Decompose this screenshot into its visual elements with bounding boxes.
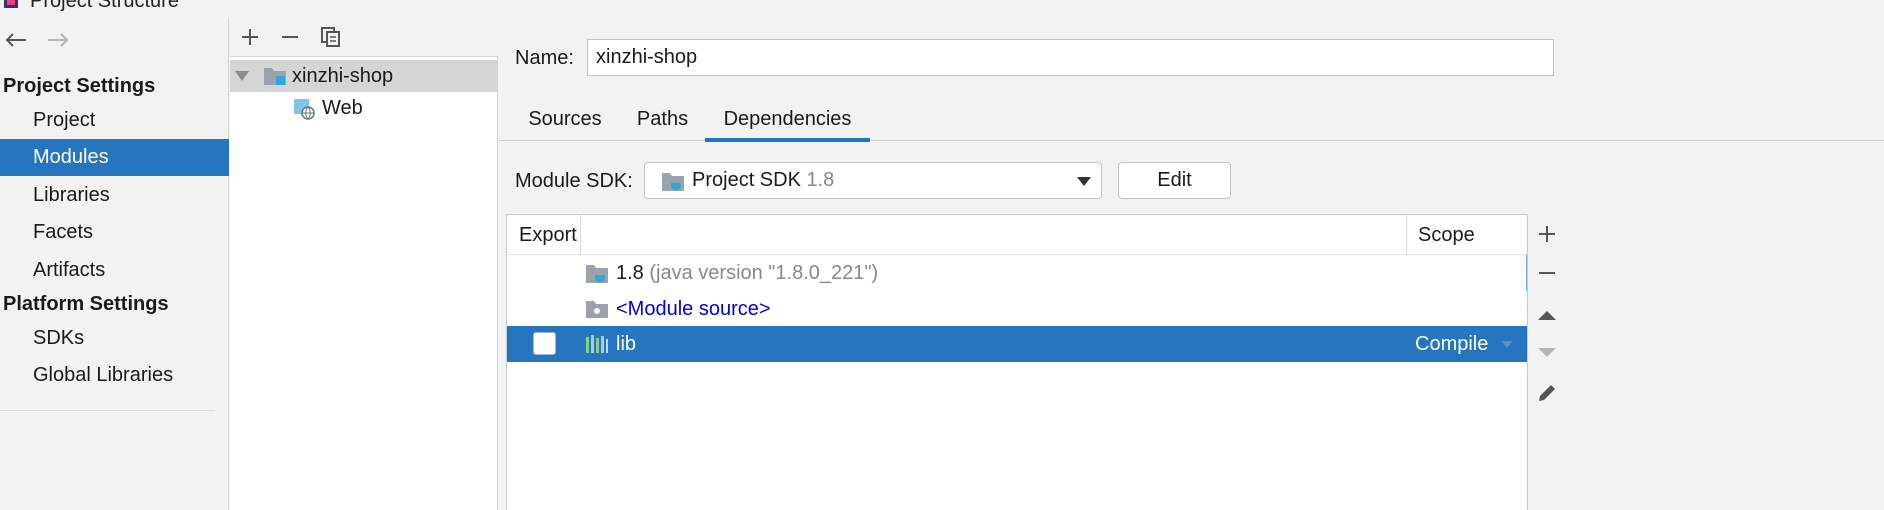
column-header-export[interactable]: Export — [519, 215, 577, 255]
scrollbar[interactable] — [1526, 255, 1527, 291]
nav-item-project[interactable]: Project — [0, 102, 229, 139]
minus-icon[interactable] — [1535, 261, 1559, 285]
table-row[interactable]: 1.8 (java version "1.8.0_221") — [507, 255, 1527, 291]
column-separator — [1406, 215, 1407, 255]
tree-node-web-label: Web — [322, 97, 363, 119]
chevron-down-icon — [1501, 341, 1513, 348]
edit-sdk-button[interactable]: Edit — [1118, 162, 1231, 199]
dependency-name: 1.8 (java version "1.8.0_221") — [616, 262, 879, 284]
tab-sources[interactable]: Sources — [515, 100, 615, 141]
move-up-icon[interactable] — [1535, 303, 1559, 327]
title-bar: Project Structure — [0, 0, 1884, 17]
library-icon — [586, 335, 608, 353]
back-arrow-icon[interactable] — [2, 27, 30, 53]
tab-dependencies[interactable]: Dependencies — [705, 100, 870, 142]
dependencies-toolbar — [1530, 214, 1564, 510]
nav-item-facets[interactable]: Facets — [0, 214, 229, 251]
chevron-down-icon — [1077, 177, 1091, 186]
table-header: Export Scope — [507, 215, 1527, 255]
sdk-selected-value: Project SDK 1.8 — [692, 169, 835, 191]
table-row[interactable]: lib Compile — [507, 326, 1527, 362]
nav-item-global-libraries[interactable]: Global Libraries — [0, 357, 229, 394]
column-separator — [580, 215, 581, 255]
dependency-name: <Module source> — [616, 298, 771, 320]
module-sdk-label: Module SDK: — [515, 170, 633, 192]
plus-icon[interactable] — [1535, 222, 1559, 246]
project-settings-heading: Project Settings — [3, 75, 156, 97]
copy-icon[interactable] — [319, 25, 343, 49]
minus-icon[interactable] — [278, 25, 302, 49]
scope-dropdown[interactable]: Compile — [1415, 326, 1488, 362]
web-facet-icon — [294, 99, 315, 120]
export-checkbox[interactable] — [533, 332, 556, 355]
module-source-icon — [586, 301, 608, 318]
move-down-icon[interactable] — [1535, 341, 1559, 365]
nav-item-libraries[interactable]: Libraries — [0, 177, 229, 214]
module-tree-panel: xinzhi-shop Web — [230, 17, 498, 510]
app-icon — [4, 0, 18, 8]
column-header-scope[interactable]: Scope — [1418, 215, 1475, 255]
forward-arrow-icon[interactable] — [44, 27, 72, 53]
window-title: Project Structure — [30, 0, 179, 12]
tree-node-module[interactable]: xinzhi-shop — [230, 60, 498, 92]
tree-node-module-label: xinzhi-shop — [292, 65, 394, 87]
module-folder-icon — [264, 68, 286, 85]
plus-icon[interactable] — [238, 25, 262, 49]
nav-item-modules[interactable]: Modules — [0, 139, 229, 176]
module-tabs: Sources Paths Dependencies — [499, 100, 1884, 142]
dependency-name: lib — [616, 333, 637, 355]
module-details-panel: Name: Sources Paths Dependencies Module … — [499, 17, 1884, 510]
expand-triangle-icon[interactable] — [235, 71, 249, 81]
name-label: Name: — [515, 47, 574, 69]
dependencies-table: Export Scope 1.8 (java version "1.8.0_22… — [506, 214, 1528, 510]
jdk-folder-icon — [586, 265, 608, 283]
pencil-icon[interactable] — [1535, 381, 1559, 405]
table-row[interactable]: <Module source> — [507, 291, 1527, 327]
platform-settings-heading: Platform Settings — [3, 293, 169, 315]
jdk-folder-icon — [662, 173, 684, 191]
nav-item-artifacts[interactable]: Artifacts — [0, 252, 229, 289]
nav-item-sdks[interactable]: SDKs — [0, 320, 229, 357]
tab-paths[interactable]: Paths — [625, 100, 700, 141]
tree-node-web-facet[interactable]: Web — [230, 92, 498, 124]
dependency-detail: (java version "1.8.0_221") — [649, 262, 879, 284]
settings-nav: Project Settings Project Modules Librari… — [0, 17, 229, 510]
sdk-version: 1.8 — [806, 169, 835, 191]
module-name-field[interactable] — [587, 39, 1554, 76]
divider — [0, 410, 215, 411]
tree-toolbar — [230, 17, 498, 57]
nav-history — [2, 27, 72, 53]
module-sdk-dropdown[interactable]: Project SDK 1.8 — [644, 162, 1102, 199]
